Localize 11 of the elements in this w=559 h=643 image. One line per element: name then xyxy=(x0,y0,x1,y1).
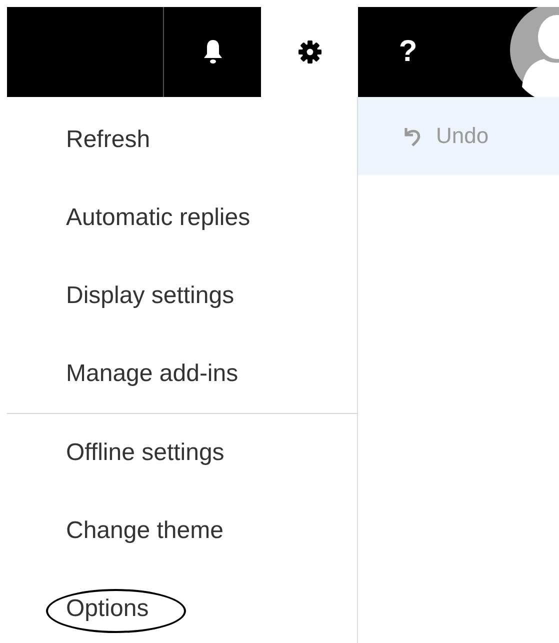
undo-icon xyxy=(402,125,422,147)
notifications-button[interactable] xyxy=(164,7,261,97)
menu-item[interactable]: Manage add-ins xyxy=(66,360,238,388)
menu-item[interactable]: Change theme xyxy=(66,517,224,545)
bell-icon xyxy=(202,39,222,65)
menu-item[interactable]: Offline settings xyxy=(66,439,224,467)
help-button[interactable]: ? xyxy=(358,7,458,97)
menu-item[interactable]: Options xyxy=(66,595,149,623)
menu-item[interactable]: Automatic replies xyxy=(66,204,250,232)
menu-item[interactable]: Refresh xyxy=(66,126,150,154)
menu-item[interactable]: Display settings xyxy=(66,282,234,310)
